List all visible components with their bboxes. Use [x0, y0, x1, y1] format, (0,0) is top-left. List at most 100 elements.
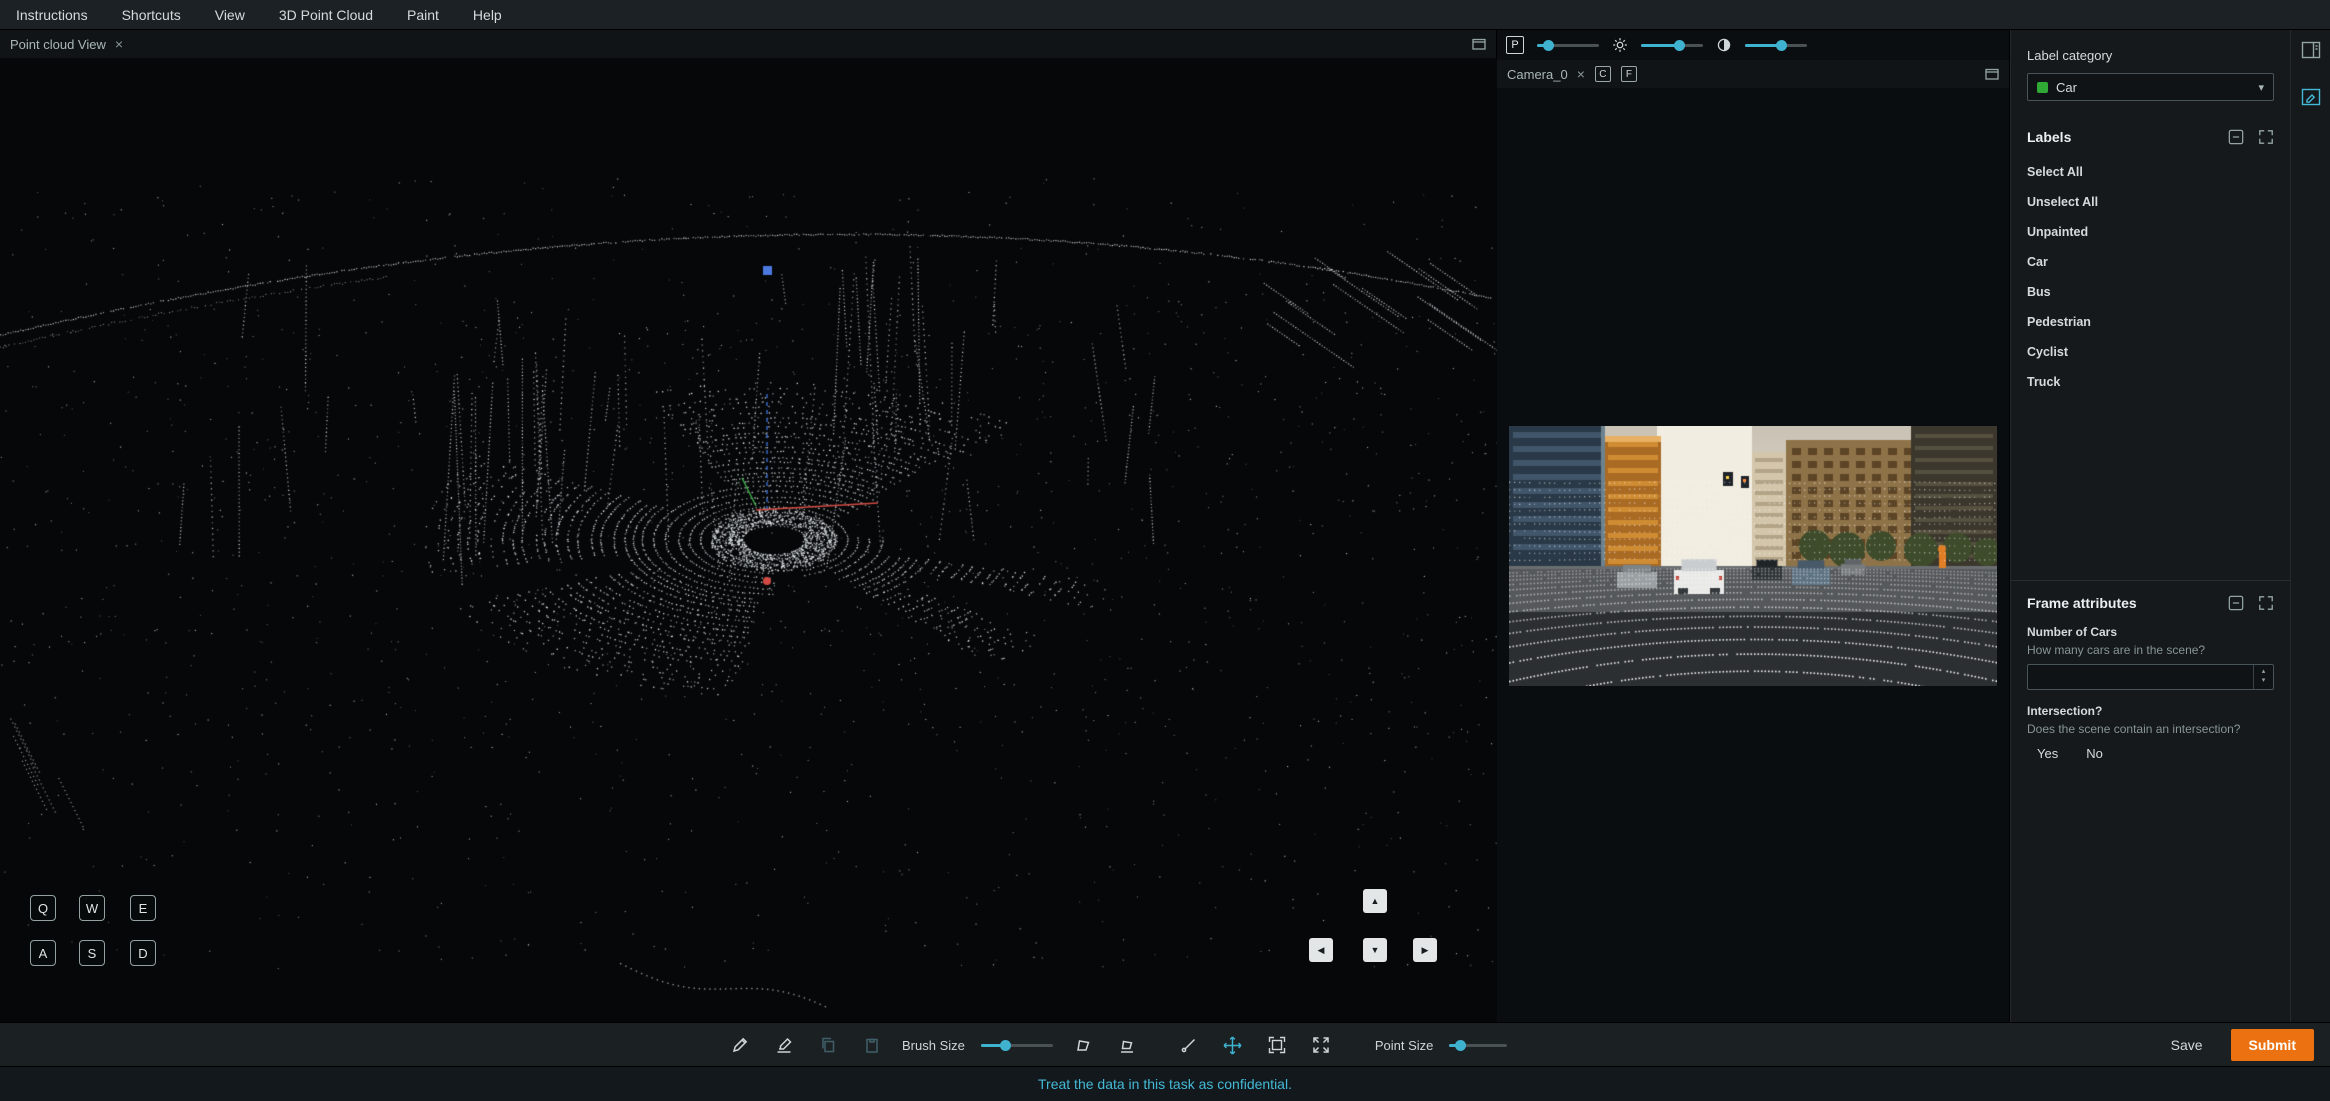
polygon-paint-tool-button[interactable] [1069, 1031, 1097, 1059]
camera-image[interactable] [1509, 426, 1997, 686]
polygon-unpaint-tool-button[interactable] [1113, 1031, 1141, 1059]
close-icon[interactable]: × [1577, 66, 1585, 82]
step-down-icon[interactable]: ▾ [2262, 677, 2266, 686]
category-selected-value: Car [2056, 79, 2077, 95]
brush-size-slider[interactable] [980, 1038, 1053, 1052]
point-cloud-tab-label: Point cloud View [10, 36, 106, 52]
line-tool-button[interactable] [1175, 1031, 1203, 1059]
point-cloud-canvas[interactable] [0, 58, 1497, 1022]
labels-panel-icon[interactable] [2301, 41, 2321, 64]
view-adjust-bar: P [1497, 30, 2009, 60]
key-hint-s: S [79, 940, 105, 966]
nav-left-button[interactable]: ◀ [1309, 938, 1333, 962]
popout-window-icon[interactable] [1985, 68, 1999, 80]
app-window: Instructions Shortcuts View 3D Point Clo… [0, 0, 2330, 1101]
bottom-toolbar: Brush Size Point Size Save Submit [0, 1022, 2330, 1066]
label-item-car[interactable]: Car [2011, 247, 2290, 277]
frame-attributes-section: Frame attributes Number of Cars How many… [2011, 580, 2290, 761]
status-bar: Treat the data in this task as confident… [0, 1066, 2330, 1101]
label-category-heading: Label category [2027, 48, 2113, 63]
point-cloud-tab[interactable]: Point cloud View × [10, 36, 123, 52]
labels-heading: Labels [2027, 129, 2072, 145]
brightness-slider[interactable] [1641, 38, 1703, 52]
collapse-section-icon[interactable] [2228, 595, 2244, 611]
number-of-cars-label: Number of Cars [2027, 625, 2118, 639]
label-category-dropdown[interactable]: Car ▾ [2027, 73, 2274, 101]
point-opacity-slider[interactable] [1537, 38, 1599, 52]
nav-down-icon: ▼ [1370, 945, 1380, 955]
brush-size-label: Brush Size [902, 1037, 965, 1053]
number-of-cars-field[interactable] [2028, 665, 2253, 689]
collapse-section-icon[interactable] [2228, 129, 2244, 145]
camera-f-button[interactable]: F [1620, 66, 1637, 82]
label-item-pedestrian[interactable]: Pedestrian [2011, 307, 2290, 337]
camera-tab[interactable]: Camera_0 × [1507, 66, 1585, 82]
copy-tool-button[interactable] [814, 1031, 842, 1059]
contrast-icon [1716, 37, 1732, 53]
camera-panel: P Camera_0 × C F [1497, 30, 2010, 1022]
marker-tool-button[interactable] [770, 1031, 798, 1059]
frame-attributes-header: Frame attributes [2027, 595, 2274, 611]
expand-section-icon[interactable] [2258, 129, 2274, 145]
popout-window-icon[interactable] [1472, 38, 1486, 50]
move-tool-button[interactable] [1219, 1031, 1247, 1059]
label-item-unpainted[interactable]: Unpainted [2011, 217, 2290, 247]
number-stepper[interactable]: ▴ ▾ [2253, 665, 2273, 689]
nav-right-button[interactable]: ▶ [1413, 938, 1437, 962]
point-size-slider[interactable] [1449, 1038, 1508, 1052]
nav-right-icon: ▶ [1421, 944, 1429, 955]
expand-section-icon[interactable] [2258, 595, 2274, 611]
menubar: Instructions Shortcuts View 3D Point Clo… [0, 0, 2330, 30]
close-icon[interactable]: × [115, 36, 123, 52]
menu-instructions[interactable]: Instructions [16, 7, 88, 23]
point-size-label: Point Size [1374, 1037, 1434, 1053]
confidential-message: Treat the data in this task as confident… [1038, 1076, 1292, 1092]
label-item-cyclist[interactable]: Cyclist [2011, 337, 2290, 367]
camera-tab-label: Camera_0 [1507, 66, 1568, 82]
key-hint-a: A [30, 940, 56, 966]
right-tool-rail [2290, 30, 2330, 1022]
key-hint-e: E [130, 895, 156, 921]
annotation-sidebar: Label category Car ▾ Labels Select All U… [2010, 30, 2290, 1022]
paste-tool-button[interactable] [858, 1031, 886, 1059]
submit-button[interactable]: Submit [2230, 1029, 2314, 1061]
paint-mode-toggle[interactable]: P [1506, 36, 1524, 54]
camera-tabbar: Camera_0 × C F [1497, 60, 2009, 88]
step-up-icon[interactable]: ▴ [2262, 668, 2266, 677]
label-item-bus[interactable]: Bus [2011, 277, 2290, 307]
point-cloud-tabbar: Point cloud View × [0, 30, 1496, 58]
intersection-yes-button[interactable]: Yes [2037, 746, 2058, 761]
camera-view-body [1497, 88, 2009, 1022]
nav-up-icon: ▲ [1370, 896, 1380, 906]
labels-section-header: Labels [2027, 129, 2274, 145]
nav-down-button[interactable]: ▼ [1363, 938, 1387, 962]
menu-shortcuts[interactable]: Shortcuts [122, 7, 181, 23]
brush-tool-button[interactable] [726, 1031, 754, 1059]
number-of-cars-input: ▴ ▾ [2027, 664, 2274, 690]
frame-attributes-heading: Frame attributes [2027, 595, 2137, 611]
nav-up-button[interactable]: ▲ [1363, 889, 1387, 913]
menu-3d-point-cloud[interactable]: 3D Point Cloud [279, 7, 373, 23]
label-item-select-all[interactable]: Select All [2011, 157, 2290, 187]
intersection-question: Does the scene contain an intersection? [2027, 722, 2241, 736]
label-item-truck[interactable]: Truck [2011, 367, 2290, 397]
key-hint-d: D [130, 940, 156, 966]
menu-paint[interactable]: Paint [407, 7, 439, 23]
fullscreen-tool-button[interactable] [1307, 1031, 1335, 1059]
label-item-unselect-all[interactable]: Unselect All [2011, 187, 2290, 217]
paint-panel-icon[interactable] [2301, 88, 2321, 111]
key-hint-w: W [79, 895, 105, 921]
category-color-swatch [2037, 81, 2048, 93]
key-hint-q: Q [30, 895, 56, 921]
camera-c-button[interactable]: C [1594, 66, 1611, 82]
point-cloud-panel: Point cloud View × Q W E A S D ▲ ◀ ▼ ▶ [0, 30, 1497, 1022]
number-of-cars-question: How many cars are in the scene? [2027, 643, 2206, 657]
fit-view-tool-button[interactable] [1263, 1031, 1291, 1059]
menu-view[interactable]: View [215, 7, 245, 23]
brightness-icon [1612, 37, 1628, 53]
save-button[interactable]: Save [2161, 1030, 2213, 1060]
contrast-slider[interactable] [1745, 38, 1807, 52]
menu-help[interactable]: Help [473, 7, 502, 23]
chevron-down-icon: ▾ [2258, 81, 2264, 94]
intersection-no-button[interactable]: No [2086, 746, 2103, 761]
